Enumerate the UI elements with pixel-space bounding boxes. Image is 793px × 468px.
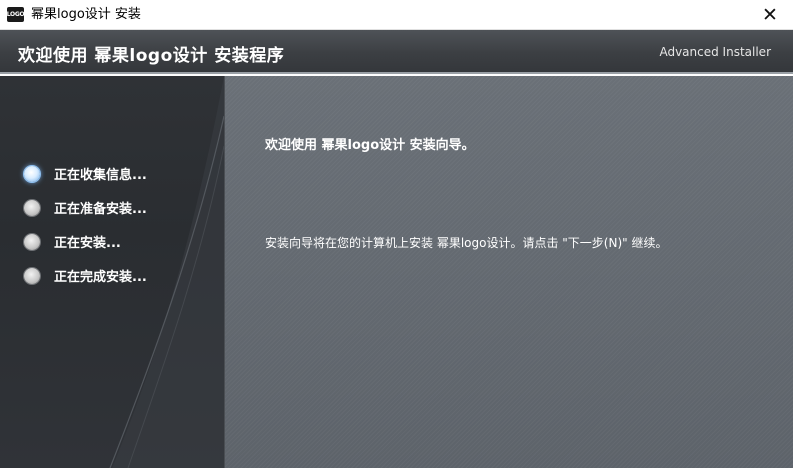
window-title: 幂果logo设计 安装 bbox=[31, 7, 141, 22]
close-icon: ✕ bbox=[762, 4, 778, 26]
welcome-heading: 欢迎使用 幂果logo设计 安装向导。 bbox=[265, 138, 475, 153]
radio-pending-icon bbox=[24, 267, 40, 284]
step-item-collecting-info: 正在收集信息... bbox=[24, 162, 147, 185]
step-item-finishing: 正在完成安装... bbox=[24, 264, 147, 287]
welcome-panel: 欢迎使用 幂果logo设计 安装向导。 安装向导将在您的计算机上安装 幂果log… bbox=[224, 76, 793, 468]
radio-pending-icon bbox=[24, 233, 40, 250]
step-label: 正在收集信息... bbox=[54, 168, 147, 183]
installer-header: 欢迎使用 幂果logo设计 安装程序 Advanced Installer bbox=[0, 30, 793, 74]
title-bar: LOGO 幂果logo设计 安装 ✕ bbox=[0, 0, 793, 30]
step-label: 正在准备安装... bbox=[54, 202, 147, 217]
close-button[interactable]: ✕ bbox=[747, 0, 793, 30]
step-label: 正在完成安装... bbox=[54, 270, 147, 285]
radio-active-icon bbox=[24, 165, 40, 182]
steps-sidebar: 正在收集信息... 正在准备安装... 正在安装... 正在完成安装... bbox=[0, 76, 224, 468]
radio-pending-icon bbox=[24, 199, 40, 216]
step-item-installing: 正在安装... bbox=[24, 230, 147, 253]
logo-app-icon: LOGO bbox=[7, 7, 25, 22]
step-label: 正在安装... bbox=[54, 236, 121, 251]
header-title: 欢迎使用 幂果logo设计 安装程序 bbox=[18, 46, 285, 66]
step-list: 正在收集信息... 正在准备安装... 正在安装... 正在完成安装... bbox=[24, 162, 147, 298]
step-item-preparing: 正在准备安装... bbox=[24, 196, 147, 219]
welcome-description: 安装向导将在您的计算机上安装 幂果logo设计。请点击 "下一步(N)" 继续。 bbox=[265, 236, 668, 250]
header-brand: Advanced Installer bbox=[659, 45, 771, 59]
